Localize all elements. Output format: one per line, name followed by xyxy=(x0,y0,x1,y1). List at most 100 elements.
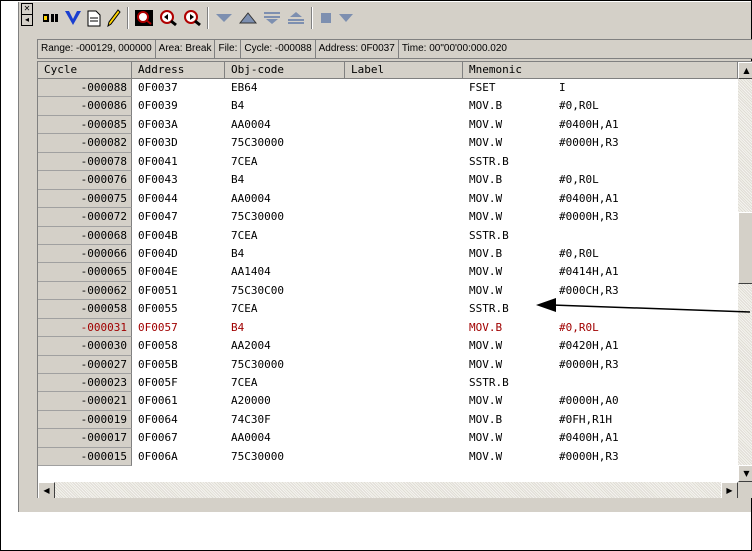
row-operand: #0,R0L xyxy=(559,99,599,113)
row-obj-code: 7CEA xyxy=(231,376,258,389)
step-down-icon[interactable] xyxy=(261,8,283,28)
row-mnemonic: MOV.W xyxy=(469,283,503,297)
dropdown-icon[interactable] xyxy=(337,8,355,28)
document-icon[interactable] xyxy=(85,8,103,28)
row-obj-code: 7CEA xyxy=(231,228,258,242)
vertical-scrollbar[interactable]: ▲ ▼ xyxy=(738,62,752,482)
row-mnemonic: MOV.B xyxy=(469,246,503,260)
table-row[interactable]: -000072 0F0047 75C30000 MOV.W #0000H,R3 xyxy=(38,208,738,227)
table-row[interactable]: -000017 0F0067 AA0004 MOV.W #0400H,A1 xyxy=(38,429,738,448)
row-obj-code: AA0004 xyxy=(231,431,271,445)
row-label xyxy=(345,208,463,226)
row-address: 0F0061 xyxy=(138,394,178,408)
down-arrow-icon[interactable] xyxy=(213,8,235,28)
pencil-icon[interactable] xyxy=(105,8,123,28)
scroll-down-icon[interactable]: ▼ xyxy=(738,465,752,482)
row-mnemonic: MOV.B xyxy=(469,320,503,334)
row-obj-code: 75C30C00 xyxy=(231,283,284,297)
search-forward-icon[interactable] xyxy=(181,8,203,28)
area-field: Area: Break xyxy=(156,40,216,58)
search-back-icon[interactable] xyxy=(157,8,179,28)
table-row[interactable]: -000085 0F003A AA0004 MOV.W #0400H,A1 xyxy=(38,115,738,135)
table-row[interactable]: -000021 0F0061 A20000 MOV.W #0000H,A0 xyxy=(38,392,738,411)
row-label xyxy=(345,171,463,189)
row-cycle: -000075 xyxy=(38,189,132,209)
record-icon[interactable] xyxy=(41,8,61,28)
figure-frame: ✕ ◂ Range: -000129, 000000 Area: Break F… xyxy=(0,0,752,551)
row-obj-code: B4 xyxy=(231,320,245,334)
row-cycle: -000068 xyxy=(38,226,132,245)
row-operand: #0000H,R3 xyxy=(559,136,619,150)
header-obj-code[interactable]: Obj-code xyxy=(225,62,345,79)
row-label xyxy=(345,79,463,97)
row-operand: #0420H,A1 xyxy=(559,339,619,353)
row-address: 0F003A xyxy=(138,117,178,131)
row-operand: #0FH,R1H xyxy=(559,412,612,426)
row-mnemonic: SSTR.B xyxy=(469,376,509,389)
table-row[interactable]: -000086 0F0039 B4 MOV.B #0,R0L xyxy=(38,97,738,116)
header-cycle[interactable]: Cycle xyxy=(38,62,132,79)
table-row[interactable]: -000031 0F0057 B4 MOV.B #0,R0L xyxy=(38,318,738,338)
row-address: 0F003D xyxy=(138,136,178,150)
header-address[interactable]: Address xyxy=(132,62,225,79)
step-top-icon[interactable] xyxy=(285,8,307,28)
row-operand: I xyxy=(559,81,566,94)
table-row[interactable]: -000068 0F004B 7CEA SSTR.B xyxy=(38,226,738,245)
row-operand: #0000H,A0 xyxy=(559,394,619,408)
row-label xyxy=(345,319,463,337)
table-row[interactable]: -000058 0F0055 7CEA SSTR.B xyxy=(38,300,738,319)
table-row[interactable]: -000023 0F005F 7CEA SSTR.B xyxy=(38,374,738,393)
row-obj-code: B4 xyxy=(231,99,245,113)
table-row[interactable]: -000076 0F0043 B4 MOV.B #0,R0L xyxy=(38,171,738,190)
header-mnemonic[interactable]: Mnemonic xyxy=(463,62,738,79)
horizontal-scrollbar[interactable]: ◀ ▶ xyxy=(38,482,738,498)
row-operand xyxy=(559,374,719,392)
row-mnemonic: MOV.W xyxy=(469,357,503,371)
scroll-right-icon[interactable]: ▶ xyxy=(721,482,738,498)
row-cycle: -000058 xyxy=(38,300,132,319)
row-mnemonic: MOV.W xyxy=(469,117,503,131)
scroll-left-icon[interactable]: ◀ xyxy=(38,482,55,498)
row-operand xyxy=(559,153,719,171)
filter-icon[interactable] xyxy=(63,8,83,28)
row-label xyxy=(345,116,463,134)
header-label[interactable]: Label xyxy=(345,62,463,79)
row-mnemonic: MOV.B xyxy=(469,99,503,113)
row-obj-code: AA0004 xyxy=(231,117,271,131)
table-row[interactable]: -000082 0F003D 75C30000 MOV.W #0000H,R3 xyxy=(38,134,738,153)
scroll-up-icon[interactable]: ▲ xyxy=(738,62,752,79)
row-label xyxy=(345,134,463,152)
row-cycle: -000062 xyxy=(38,281,132,301)
row-cycle: -000072 xyxy=(38,208,132,227)
row-label xyxy=(345,392,463,410)
row-cycle: -000023 xyxy=(38,374,132,393)
row-cycle: -000065 xyxy=(38,263,132,282)
row-address: 0F004B xyxy=(138,228,178,242)
row-obj-code: 7CEA xyxy=(231,154,258,168)
row-address: 0F005B xyxy=(138,357,178,371)
row-label xyxy=(345,190,463,208)
row-label xyxy=(345,153,463,171)
table-row[interactable]: -000062 0F0051 75C30C00 MOV.W #000CH,R3 xyxy=(38,281,738,301)
row-operand: #0400H,A1 xyxy=(559,431,619,445)
table-row[interactable]: -000065 0F004E AA1404 MOV.W #0414H,A1 xyxy=(38,263,738,282)
stop-icon[interactable] xyxy=(317,8,335,28)
table-row[interactable]: -000019 0F0064 74C30F MOV.B #0FH,R1H xyxy=(38,410,738,430)
row-obj-code: AA0004 xyxy=(231,191,271,205)
table-row[interactable]: -000088 0F0037 EB64 FSET I xyxy=(38,79,738,98)
row-operand: #0414H,A1 xyxy=(559,265,619,279)
row-operand: #0,R0L xyxy=(559,246,599,260)
row-operand: #0400H,A1 xyxy=(559,117,619,131)
table-row[interactable]: -000027 0F005B 75C30000 MOV.W #0000H,R3 xyxy=(38,355,738,374)
table-row[interactable]: -000078 0F0041 7CEA SSTR.B xyxy=(38,152,738,172)
row-address: 0F005F xyxy=(138,376,178,389)
row-cycle: -000019 xyxy=(38,410,132,430)
table-row[interactable]: -000066 0F004D B4 MOV.B #0,R0L xyxy=(38,244,738,264)
scroll-thumb[interactable] xyxy=(738,212,752,284)
row-operand xyxy=(559,300,719,318)
table-row[interactable]: -000075 0F0044 AA0004 MOV.W #0400H,A1 xyxy=(38,189,738,209)
table-row[interactable]: -000015 0F006A 75C30000 MOV.W #0000H,R3 xyxy=(38,447,738,467)
search-icon[interactable] xyxy=(133,8,155,28)
table-row[interactable]: -000030 0F0058 AA2004 MOV.W #0420H,A1 xyxy=(38,337,738,356)
up-arrow-icon[interactable] xyxy=(237,8,259,28)
